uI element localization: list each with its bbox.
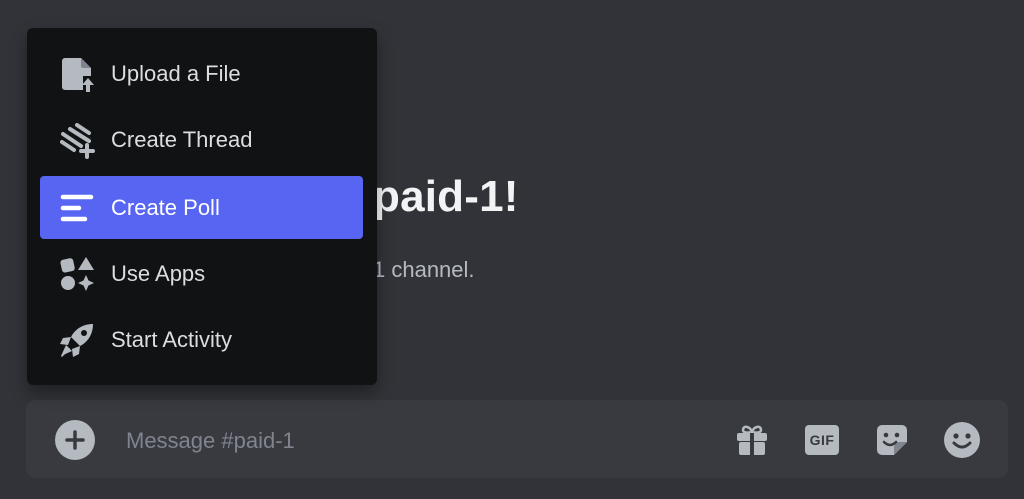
welcome-subtitle-text: 1 channel. [373, 257, 475, 282]
sticker-icon [874, 422, 910, 458]
message-input[interactable] [124, 422, 688, 460]
menu-item-label: Create Poll [111, 194, 220, 220]
menu-item-label: Start Activity [111, 326, 233, 352]
menu-item-create-thread[interactable]: Create Thread [40, 108, 363, 171]
apps-icon [55, 252, 99, 296]
menu-item-label: Use Apps [111, 260, 206, 286]
emoji-icon [943, 421, 981, 459]
add-attachment-button[interactable] [55, 420, 95, 460]
menu-item-use-apps[interactable]: Use Apps [40, 242, 363, 305]
gift-icon [734, 422, 770, 458]
plus-icon [64, 429, 86, 451]
gif-icon: GIF [805, 425, 839, 455]
menu-item-start-activity[interactable]: Start Activity [40, 308, 363, 371]
rocket-icon [55, 318, 99, 362]
menu-item-upload-file[interactable]: Upload a File [40, 42, 363, 105]
menu-item-label: Upload a File [111, 60, 241, 86]
sticker-button[interactable] [872, 420, 912, 460]
thread-icon [55, 118, 99, 162]
chat-view: paid-1! 1 channel. Upload a File Create … [0, 0, 1024, 499]
welcome-title-text: paid-1! [373, 172, 519, 221]
menu-item-create-poll[interactable]: Create Poll [40, 176, 363, 239]
gift-button[interactable] [732, 420, 772, 460]
menu-item-label: Create Thread [111, 126, 253, 152]
emoji-button[interactable] [942, 420, 982, 460]
upload-file-icon [55, 52, 99, 96]
gif-button[interactable]: GIF [802, 420, 842, 460]
poll-icon [55, 186, 99, 230]
attachment-menu: Upload a File Create Thread Create Poll … [27, 28, 377, 385]
message-composer: GIF [26, 400, 1008, 478]
